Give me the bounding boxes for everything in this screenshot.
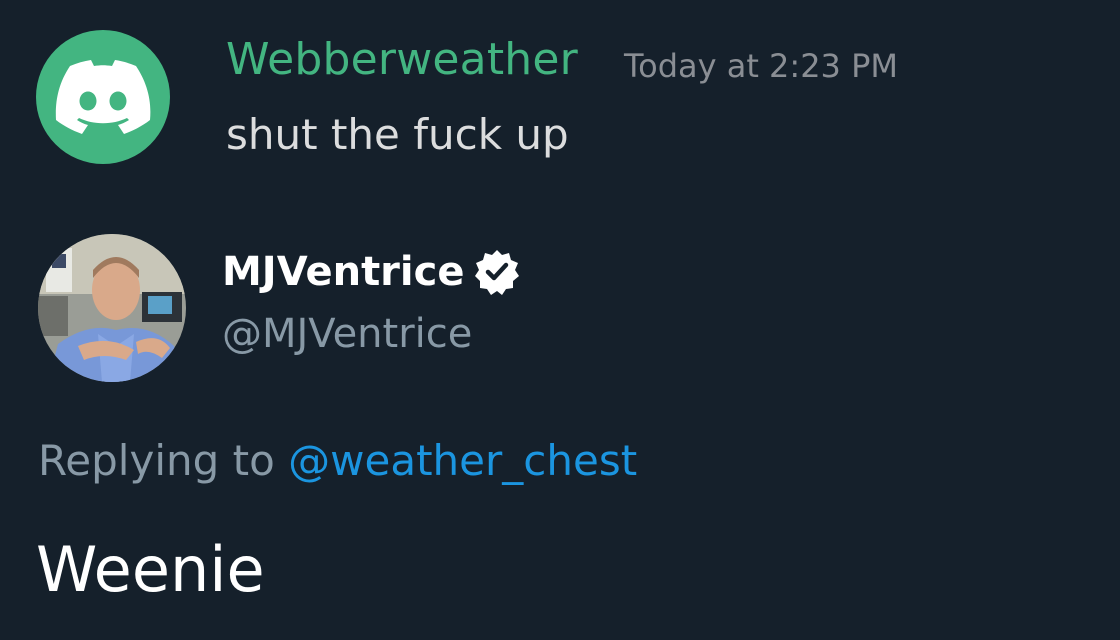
discord-timestamp: Today at 2:23 PM	[624, 47, 898, 85]
discord-logo-icon	[55, 60, 151, 134]
tweet-display-name[interactable]: MJVentrice	[222, 244, 522, 300]
tweet-text: Weenie	[36, 533, 265, 606]
profile-photo	[38, 234, 186, 382]
screenshot-canvas: Webberweather Today at 2:23 PM shut the …	[0, 0, 1120, 640]
discord-username[interactable]: Webberweather	[226, 30, 578, 90]
replying-to-label: Replying to	[38, 436, 275, 485]
tweet-display-name-text: MJVentrice	[222, 249, 465, 295]
replying-to-line: Replying to @weather_chest	[38, 432, 637, 490]
discord-message-text: shut the fuck up	[226, 110, 569, 159]
replying-to-handle-link[interactable]: @weather_chest	[288, 436, 637, 485]
verified-badge-icon	[472, 247, 522, 297]
discord-avatar[interactable]	[36, 30, 170, 164]
tweet-handle[interactable]: @MJVentrice	[222, 306, 472, 362]
tweet-avatar[interactable]	[38, 234, 186, 382]
